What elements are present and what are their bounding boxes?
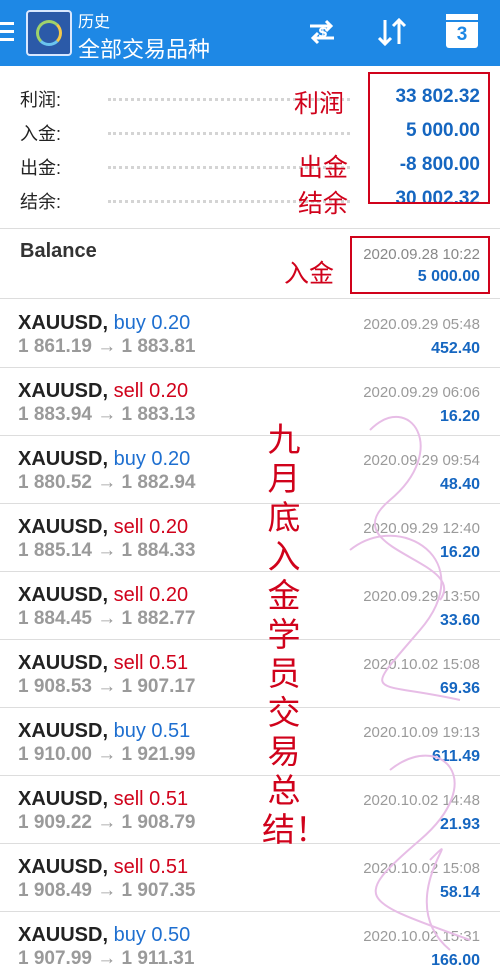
trade-time: 2020.09.29 09:54 [363, 452, 480, 469]
trade-profit: 21.93 [439, 816, 480, 833]
trade-prices: 1 883.94 → 1 883.13 [18, 404, 196, 425]
trade-prices: 1 861.19 → 1 883.81 [18, 336, 196, 357]
annotation-withdraw: 出金 [298, 153, 349, 182]
svg-text:$: $ [318, 25, 328, 41]
trade-time: 2020.10.09 19:13 [363, 724, 480, 741]
annotation-vertical: 九月底入金学员交易总结！ [262, 420, 328, 849]
trade-row[interactable]: XAUUSD, buy 0.20 1 861.19 → 1 883.81 2020.… [0, 300, 500, 368]
trade-row[interactable]: XAUUSD, sell 0.51 1 908.53 → 1 907.17 2020… [0, 640, 500, 708]
trade-symbol-text: XAUUSD, [18, 788, 109, 810]
trade-profit: 16.20 [439, 408, 480, 425]
trade-symbol-text: XAUUSD, [18, 380, 109, 402]
trade-symbol: XAUUSD, sell 0.51 [18, 652, 188, 675]
trade-time: 2020.10.02 15:31 [363, 928, 480, 945]
trade-side: buy 0.20 [113, 312, 191, 334]
trade-symbol-text: XAUUSD, [18, 652, 109, 674]
trade-profit: 69.36 [439, 680, 480, 697]
summary-label: 结余: [20, 192, 62, 212]
trade-prices: 1 908.53 → 1 907.17 [18, 676, 196, 697]
trade-symbol: XAUUSD, buy 0.51 [18, 720, 190, 743]
trade-symbol: XAUUSD, buy 0.20 [18, 312, 190, 335]
trade-profit: 33.60 [439, 612, 480, 629]
trade-row[interactable]: XAUUSD, sell 0.51 1 909.22 → 1 908.79 2020… [0, 776, 500, 844]
exchange-dollar-icon[interactable]: $ [304, 14, 340, 59]
trade-prices: 1 880.52 → 1 882.94 [18, 472, 196, 493]
trade-time: 2020.09.29 05:48 [363, 316, 480, 333]
trade-symbol-text: XAUUSD, [18, 312, 109, 334]
trade-profit: 48.40 [439, 476, 480, 493]
trade-side: sell 0.51 [113, 856, 189, 878]
trade-row[interactable]: XAUUSD, sell 0.20 1 884.45 → 1 882.77 2020… [0, 572, 500, 640]
trade-prices: 1 884.45 → 1 882.77 [18, 608, 196, 629]
trade-symbol-text: XAUUSD, [18, 720, 109, 742]
trade-side: buy 0.20 [113, 448, 191, 470]
page-title[interactable]: 全部交易品种 [78, 32, 210, 64]
trade-symbol-text: XAUUSD, [18, 516, 109, 538]
sort-icon[interactable] [374, 14, 410, 59]
trade-symbol: XAUUSD, buy 0.20 [18, 448, 190, 471]
trade-profit: 166.00 [431, 952, 480, 969]
annotation-box-summary [368, 72, 490, 204]
annotation-profit: 利润 [294, 89, 345, 118]
trade-side: buy 0.51 [113, 720, 191, 742]
summary-label: 入金: [20, 124, 62, 144]
trade-symbol-text: XAUUSD, [18, 584, 109, 606]
trade-time: 2020.09.29 06:06 [363, 384, 480, 401]
trade-time: 2020.09.29 12:40 [363, 520, 480, 537]
trade-symbol: XAUUSD, sell 0.20 [18, 516, 188, 539]
trade-side: sell 0.20 [113, 516, 189, 538]
annotation-balance: 结余 [298, 189, 349, 218]
app-logo [26, 10, 72, 56]
annotation-deposit: 入金 [284, 259, 335, 288]
calendar-icon[interactable]: 3 [446, 14, 478, 48]
trade-profit: 452.40 [431, 340, 480, 357]
page-subtitle: 历史 [78, 14, 111, 31]
trade-symbol: XAUUSD, sell 0.20 [18, 380, 188, 403]
trade-prices: 1 885.14 → 1 884.33 [18, 540, 196, 561]
trade-symbol: XAUUSD, sell 0.51 [18, 856, 188, 879]
top-app-bar: 历史 全部交易品种 $ 3 [0, 0, 500, 66]
trade-symbol-text: XAUUSD, [18, 856, 109, 878]
trade-row[interactable]: XAUUSD, sell 0.20 1 885.14 → 1 884.33 2020… [0, 504, 500, 572]
trade-time: 2020.10.02 15:08 [363, 656, 480, 673]
trade-row[interactable]: XAUUSD, buy 0.50 1 907.99 → 1 911.31 2020.… [0, 912, 500, 977]
trade-profit: 611.49 [431, 748, 480, 765]
summary-label: 利润: [20, 90, 62, 110]
trade-side: buy 0.50 [113, 924, 191, 946]
trade-symbol: XAUUSD, buy 0.50 [18, 924, 190, 947]
trade-row[interactable]: XAUUSD, sell 0.20 1 883.94 → 1 883.13 2020… [0, 368, 500, 436]
trade-prices: 1 908.49 → 1 907.35 [18, 880, 196, 901]
trade-row[interactable]: XAUUSD, sell 0.51 1 908.49 → 1 907.35 2020… [0, 844, 500, 912]
trade-time: 2020.10.02 15:08 [363, 860, 480, 877]
trade-symbol-text: XAUUSD, [18, 924, 109, 946]
trade-side: sell 0.51 [113, 788, 189, 810]
summary-label: 出金: [20, 158, 62, 178]
trade-row[interactable]: XAUUSD, buy 0.51 1 910.00 → 1 921.99 2020.… [0, 708, 500, 776]
trade-prices: 1 907.99 → 1 911.31 [18, 948, 195, 969]
trade-time: 2020.09.29 13:50 [363, 588, 480, 605]
calendar-day: 3 [456, 24, 468, 45]
trade-profit: 16.20 [439, 544, 480, 561]
menu-icon[interactable] [0, 22, 14, 44]
trade-symbol-text: XAUUSD, [18, 448, 109, 470]
trade-prices: 1 910.00 → 1 921.99 [18, 744, 196, 765]
trade-side: sell 0.51 [113, 652, 189, 674]
trade-prices: 1 909.22 → 1 908.79 [18, 812, 196, 833]
trade-side: sell 0.20 [113, 380, 189, 402]
trade-side: sell 0.20 [113, 584, 189, 606]
trade-row[interactable]: XAUUSD, buy 0.20 1 880.52 → 1 882.94 2020.… [0, 436, 500, 504]
trade-profit: 58.14 [439, 884, 480, 901]
trade-symbol: XAUUSD, sell 0.20 [18, 584, 188, 607]
trade-time: 2020.10.02 14:48 [363, 792, 480, 809]
annotation-box-deposit [350, 236, 490, 294]
trade-symbol: XAUUSD, sell 0.51 [18, 788, 188, 811]
balance-title: Balance [20, 240, 97, 262]
